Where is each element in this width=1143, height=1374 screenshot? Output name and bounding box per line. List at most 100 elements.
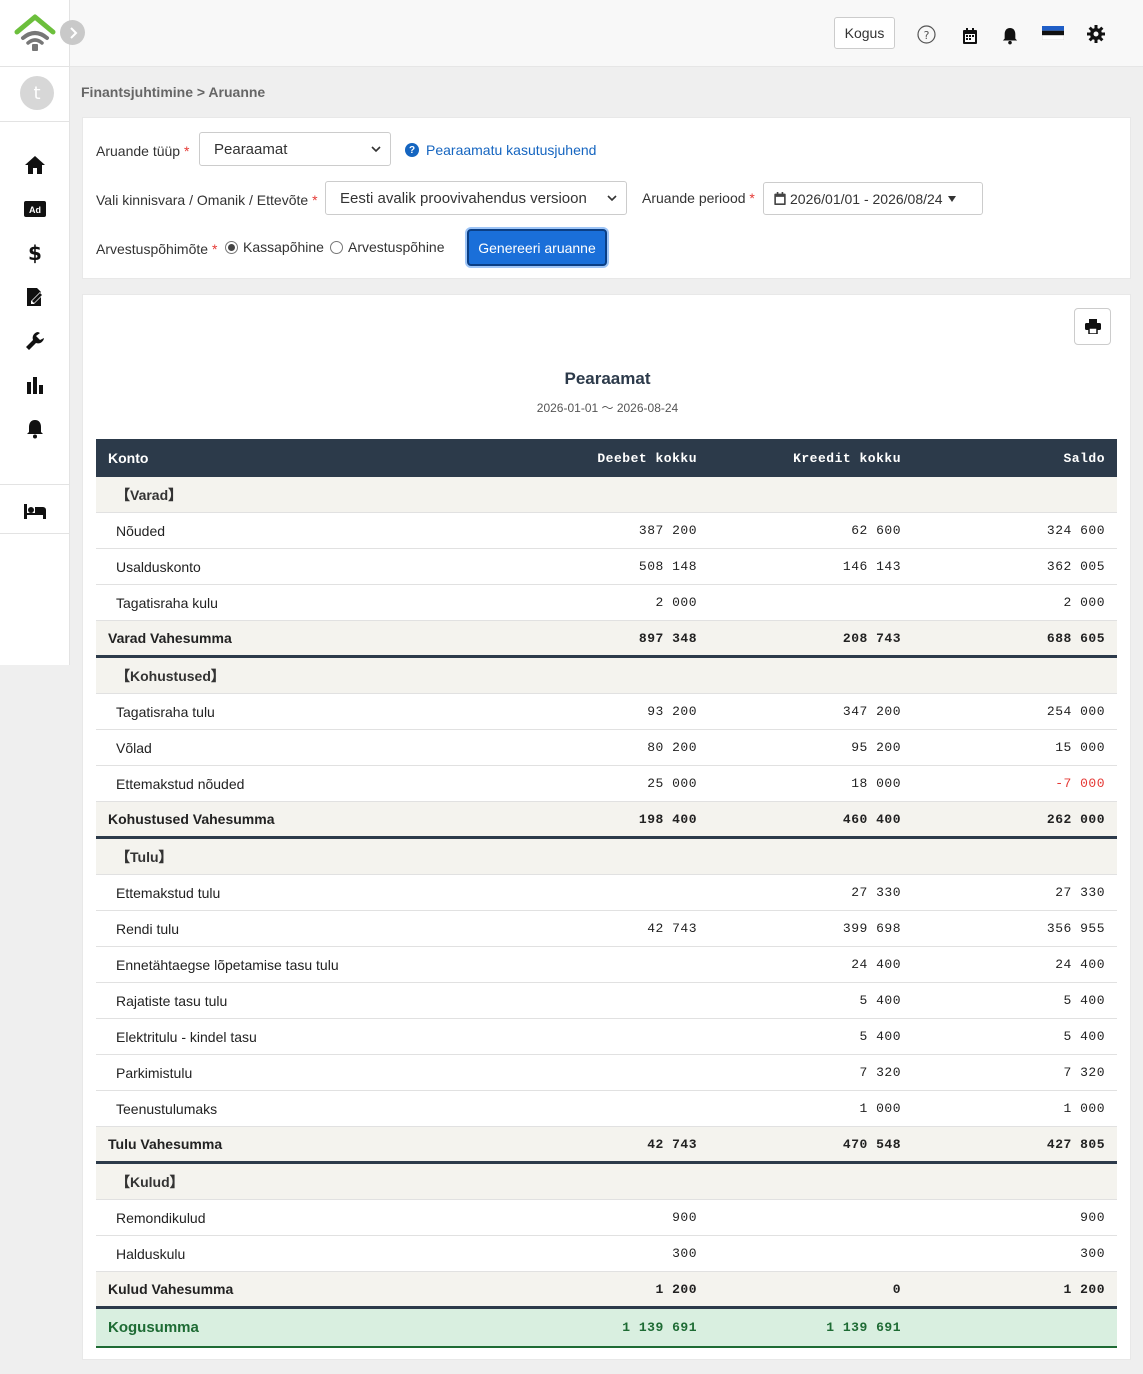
table-row: Elektritulu - kindel tasu 5 400 5 400 bbox=[96, 1019, 1117, 1055]
basis-accrual-radio[interactable]: Arvestuspõhine bbox=[330, 239, 445, 255]
report-title: Pearaamat bbox=[564, 369, 651, 388]
caret-down-icon bbox=[947, 195, 956, 202]
bell-icon[interactable] bbox=[22, 416, 48, 442]
account-name: Rendi tulu bbox=[116, 920, 180, 937]
user-guide-link[interactable]: ? Pearaamatu kasutusjuhend bbox=[405, 142, 596, 158]
svg-text:$: $ bbox=[28, 242, 42, 264]
credit-cell: 470 548 bbox=[842, 1136, 901, 1152]
debit-cell: 42 743 bbox=[647, 921, 697, 936]
credit-cell: 146 143 bbox=[842, 559, 901, 574]
question-icon: ? bbox=[405, 143, 419, 157]
period-picker[interactable]: 2026/01/01 - 2026/08/24 bbox=[763, 182, 983, 215]
credit-cell: 5 400 bbox=[859, 1029, 901, 1044]
debit-cell: 93 200 bbox=[647, 704, 697, 719]
balance-cell: 254 000 bbox=[1046, 704, 1105, 719]
account-name: 【Kohustused】 bbox=[116, 667, 225, 684]
category-row: 【Kulud】 bbox=[96, 1164, 1117, 1200]
sidebar: t Ad $ bbox=[0, 0, 70, 665]
balance-cell: 7 320 bbox=[1063, 1065, 1105, 1080]
balance-cell: 324 600 bbox=[1046, 523, 1105, 538]
balance-cell: 300 bbox=[1080, 1246, 1105, 1261]
credit-cell: 27 330 bbox=[851, 885, 901, 900]
balance-cell: 27 330 bbox=[1055, 885, 1105, 900]
credit-cell: 18 000 bbox=[851, 776, 901, 791]
table-row: Võlad 80 200 95 200 15 000 bbox=[96, 730, 1117, 766]
account-name: Rajatiste tasu tulu bbox=[116, 992, 228, 1009]
table-row: Ennetähtaegse lõpetamise tasu tulu 24 400… bbox=[96, 947, 1117, 983]
radio-checked-icon bbox=[225, 240, 238, 254]
balance-cell: 900 bbox=[1080, 1210, 1105, 1225]
balance-cell: 688 605 bbox=[1046, 630, 1105, 646]
help-icon[interactable]: ? bbox=[916, 24, 936, 44]
debit-cell: 508 148 bbox=[638, 559, 697, 574]
balance-cell: 262 000 bbox=[1046, 811, 1105, 827]
quantity-button[interactable]: Kogus bbox=[834, 17, 895, 49]
notification-bell-icon[interactable] bbox=[1000, 26, 1020, 46]
account-name: Ennetähtaegse lõpetamise tasu tulu bbox=[116, 956, 339, 973]
account-name: Usalduskonto bbox=[116, 558, 201, 575]
balance-cell: 1 000 bbox=[1063, 1101, 1105, 1116]
chart-icon[interactable] bbox=[22, 372, 48, 398]
account-name: Tagatisraha tulu bbox=[116, 703, 215, 720]
contract-icon[interactable] bbox=[22, 284, 48, 310]
subtotal-row: Tulu Vahesumma 42 743 470 548 427 805 bbox=[96, 1127, 1117, 1164]
sidebar-divider bbox=[0, 484, 70, 485]
basis-label: Arvestuspõhimõte * bbox=[96, 241, 218, 257]
printer-icon bbox=[1084, 319, 1101, 334]
account-name: Elektritulu - kindel tasu bbox=[116, 1028, 257, 1045]
table-row: Halduskulu 300 300 bbox=[96, 1236, 1117, 1272]
home-icon[interactable] bbox=[22, 152, 48, 178]
subtotal-row: Kohustused Vahesumma 198 400 460 400 262 00… bbox=[96, 802, 1117, 839]
balance-cell: -7 000 bbox=[1055, 776, 1105, 791]
account-name: 【Tulu】 bbox=[116, 848, 173, 865]
credit-cell: 0 bbox=[892, 1281, 901, 1297]
table-row: Usalduskonto 508 148 146 143 362 005 bbox=[96, 549, 1117, 585]
print-button[interactable] bbox=[1074, 308, 1111, 345]
wrench-icon[interactable] bbox=[22, 328, 48, 354]
ad-icon[interactable]: Ad bbox=[22, 196, 48, 222]
column-header-credit: Kreedit kokku bbox=[793, 450, 901, 466]
property-label: Vali kinnisvara / Omanik / Ettevõte * bbox=[96, 192, 318, 208]
report-settings-panel: Aruande tüüp * Pearaamat ? Pearaamatu ka… bbox=[82, 117, 1131, 279]
debit-cell: 387 200 bbox=[638, 523, 697, 538]
debit-cell: 897 348 bbox=[638, 630, 697, 646]
balance-cell: 356 955 bbox=[1046, 921, 1105, 936]
basis-cash-radio[interactable]: Kassapõhine bbox=[225, 239, 324, 255]
balance-cell: 2 000 bbox=[1063, 595, 1105, 610]
category-row: 【Varad】 bbox=[96, 477, 1117, 513]
account-name: 【Kulud】 bbox=[116, 1173, 184, 1190]
svg-text:Ad: Ad bbox=[29, 205, 41, 215]
chevron-down-icon bbox=[607, 195, 617, 202]
bed-icon[interactable] bbox=[22, 498, 48, 524]
balance-cell: 1 200 bbox=[1063, 1281, 1105, 1297]
credit-cell: 347 200 bbox=[842, 704, 901, 719]
sidebar-collapse-button[interactable] bbox=[60, 20, 85, 45]
dollar-icon[interactable]: $ bbox=[22, 240, 48, 266]
balance-cell: 24 400 bbox=[1055, 957, 1105, 972]
debit-cell: 1 200 bbox=[655, 1281, 697, 1297]
account-name: Kulud Vahesumma bbox=[108, 1281, 234, 1297]
debit-cell: 1 139 691 bbox=[622, 1320, 697, 1335]
debit-cell: 42 743 bbox=[647, 1136, 697, 1152]
credit-cell: 95 200 bbox=[851, 740, 901, 755]
table-row: Tagatisraha tulu 93 200 347 200 254 000 bbox=[96, 694, 1117, 730]
generate-report-button[interactable]: Genereeri aruanne bbox=[467, 229, 607, 266]
balance-cell: 362 005 bbox=[1046, 559, 1105, 574]
credit-cell: 5 400 bbox=[859, 993, 901, 1008]
avatar[interactable]: t bbox=[20, 76, 54, 110]
app-logo[interactable] bbox=[14, 14, 56, 52]
property-select[interactable]: Eesti avalik proovivahendus versioon bbox=[325, 181, 627, 215]
balance-cell: 5 400 bbox=[1063, 993, 1105, 1008]
sidebar-divider bbox=[0, 533, 70, 534]
debit-cell: 300 bbox=[672, 1246, 697, 1261]
column-header-balance: Saldo bbox=[1063, 450, 1105, 466]
account-name: Tagatisraha kulu bbox=[116, 594, 218, 611]
table-row: Teenustulumaks 1 000 1 000 bbox=[96, 1091, 1117, 1127]
estonian-flag-icon[interactable] bbox=[1042, 26, 1064, 40]
account-name: Ettemakstud nõuded bbox=[116, 775, 245, 792]
settings-gear-icon[interactable] bbox=[1086, 24, 1106, 44]
report-type-select[interactable]: Pearaamat bbox=[199, 132, 391, 166]
table-row: Parkimistulu 7 320 7 320 bbox=[96, 1055, 1117, 1091]
credit-cell: 24 400 bbox=[851, 957, 901, 972]
calendar-icon[interactable] bbox=[960, 26, 980, 46]
